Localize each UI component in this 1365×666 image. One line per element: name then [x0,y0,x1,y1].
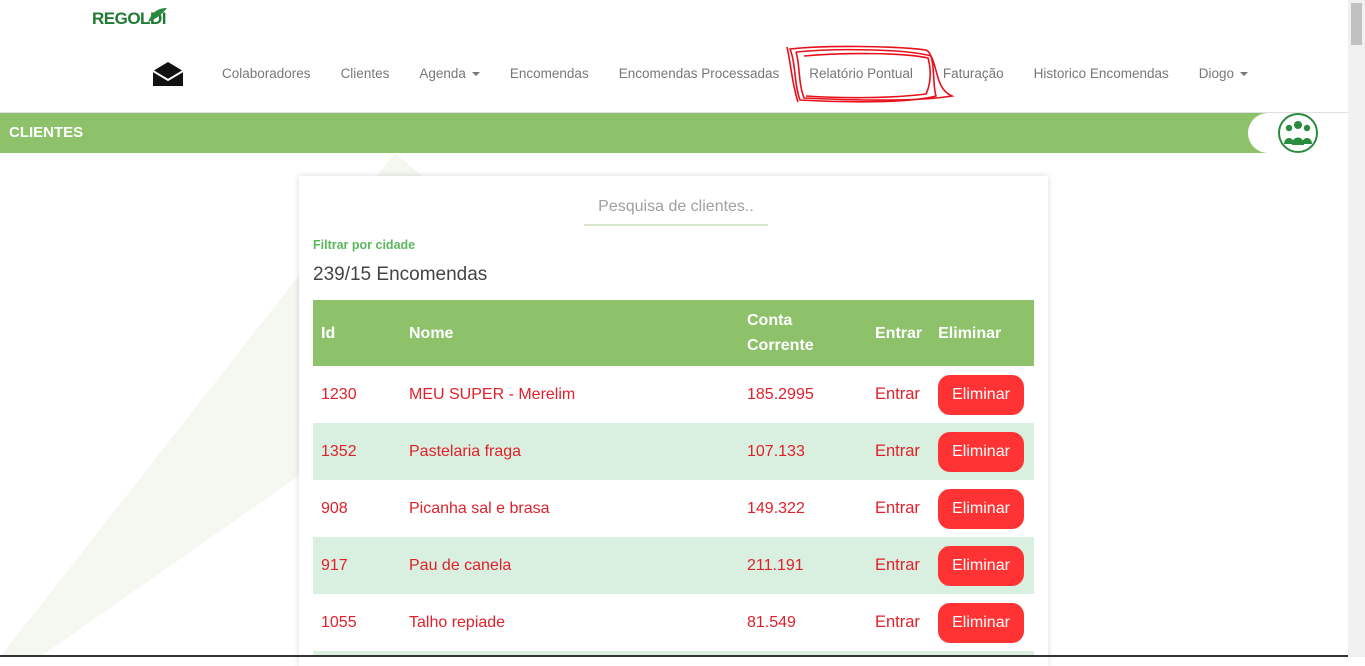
cell-id: 1230 [313,366,401,423]
nav-relatorio-pontual[interactable]: Relatório Pontual [794,56,928,92]
cell-conta: 211.191 [739,537,867,594]
table-header-row: Id Nome Conta Corrente Entrar Eliminar [313,300,1034,366]
cell-nome: Talho repiade [401,594,739,651]
nav-label: Encomendas Processadas [618,66,780,81]
cell-nome: Pastelaria fraga [401,423,739,480]
people-group-icon[interactable] [1277,113,1319,153]
cell-nome: Pau de canela [401,537,739,594]
cell-eliminar: Eliminar [930,480,1034,537]
cell-entrar: Entrar [867,594,931,651]
eliminar-button[interactable]: Eliminar [938,602,1024,643]
scrollbar-thumb[interactable] [1351,3,1362,45]
header-nome: Nome [401,300,739,366]
entrar-link[interactable]: Entrar [875,499,920,517]
caret-down-icon [1240,72,1249,77]
nav-user-dropdown[interactable]: Diogo [1184,56,1263,92]
clients-card: Filtrar por cidade 239/15 Encomendas Id … [299,176,1048,666]
filter-by-city-link[interactable]: Filtrar por cidade [313,238,415,252]
nav-colaboradores[interactable]: Colaboradores [207,56,326,92]
nav-faturacao[interactable]: Faturação [928,56,1019,92]
entrar-link[interactable]: Entrar [875,556,920,574]
orders-count: 239/15 Encomendas [313,264,488,285]
section-header-bar: CLIENTES [0,113,1348,153]
entrar-link[interactable]: Entrar [875,442,920,460]
section-title: CLIENTES [9,124,84,141]
header-id: Id [313,300,401,366]
nav-label: Encomendas [509,66,589,81]
nav-label: Faturação [942,66,1004,81]
cell-conta: 81.549 [739,594,867,651]
cell-entrar: Entrar [867,366,931,423]
cell-conta: 149.322 [739,480,867,537]
page-scrollbar[interactable] [1348,0,1365,657]
nav-encomendas[interactable]: Encomendas [495,56,604,92]
eliminar-button[interactable]: Eliminar [938,488,1024,529]
eliminar-button[interactable]: Eliminar [938,374,1024,415]
nav-historico-encomendas[interactable]: Historico Encomendas [1019,56,1184,92]
cell-id: 1352 [313,423,401,480]
header-conta-corrente: Conta Corrente [739,300,867,366]
nav-label: Colaboradores [222,66,311,81]
entrar-link[interactable]: Entrar [875,385,920,403]
table-row: 1352 Pastelaria fraga 107.133 Entrar Eli… [313,423,1034,480]
nav-agenda-dropdown[interactable]: Agenda [404,56,495,92]
table-row: 1230 MEU SUPER - Merelim 185.2995 Entrar… [313,366,1034,423]
cell-id: 1055 [313,594,401,651]
leaf-icon [148,8,167,22]
cell-eliminar: Eliminar [930,366,1034,423]
clients-table: Id Nome Conta Corrente Entrar Eliminar 1… [313,300,1034,657]
regoldi-logo[interactable]: REGOLDI [92,8,167,29]
cell-id: 917 [313,537,401,594]
nav-label: Clientes [340,66,390,81]
cell-entrar: Entrar [867,423,931,480]
entrar-link[interactable]: Entrar [875,613,920,631]
table-row: 908 Picanha sal e brasa 149.322 Entrar E… [313,480,1034,537]
cell-entrar: Entrar [867,537,931,594]
cell-id: 908 [313,480,401,537]
eliminar-button[interactable]: Eliminar [938,431,1024,472]
header-eliminar: Eliminar [930,300,1034,366]
client-search-input[interactable] [584,190,768,226]
nav-label: Relatório Pontual [809,66,913,81]
cell-conta: 107.133 [739,423,867,480]
nav-label: Diogo [1198,66,1235,81]
caret-down-icon [471,72,480,77]
cell-conta: 185.2995 [739,366,867,423]
eliminar-button[interactable]: Eliminar [938,545,1024,586]
cell-eliminar: Eliminar [930,537,1034,594]
nav-encomendas-processadas[interactable]: Encomendas Processadas [604,56,795,92]
cell-entrar: Entrar [867,480,931,537]
nav-label: Historico Encomendas [1033,66,1169,81]
main-nav: Colaboradores Clientes Agenda Encomendas… [207,56,1263,92]
header-entrar: Entrar [867,300,931,366]
nav-clientes[interactable]: Clientes [326,56,405,92]
cell-nome: Picanha sal e brasa [401,480,739,537]
cell-nome: MEU SUPER - Merelim [401,366,739,423]
table-row: 1055 Talho repiade 81.549 Entrar Elimina… [313,594,1034,651]
cell-eliminar: Eliminar [930,594,1034,651]
nav-label: Agenda [419,66,466,81]
table-row: 917 Pau de canela 211.191 Entrar Elimina… [313,537,1034,594]
envelope-open-icon[interactable] [152,61,184,87]
cell-eliminar: Eliminar [930,423,1034,480]
